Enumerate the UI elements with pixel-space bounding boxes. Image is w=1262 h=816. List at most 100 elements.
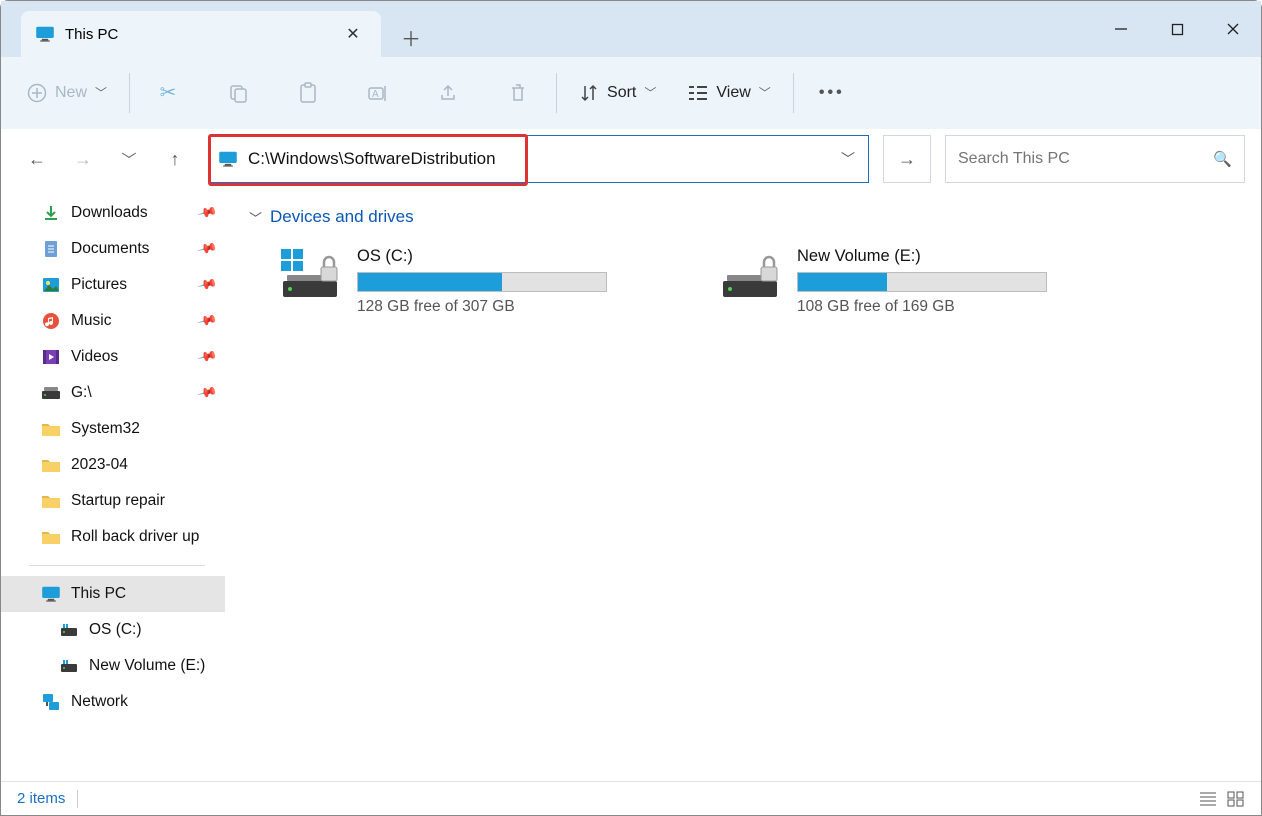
sidebar-item-label: Videos (71, 348, 118, 366)
tab-thispc[interactable]: This PC ✕ (21, 11, 381, 57)
sidebar-item-network[interactable]: Network (1, 684, 225, 720)
network-icon (41, 692, 61, 712)
close-tab-button[interactable]: ✕ (339, 20, 367, 48)
sidebar-item[interactable]: G:\📌 (1, 375, 225, 411)
divider (556, 73, 557, 113)
chevron-down-icon: ﹀ (95, 84, 107, 101)
sidebar-item[interactable]: Documents📌 (1, 231, 225, 267)
svg-text:A: A (372, 89, 379, 100)
body: Downloads📌Documents📌Pictures📌Music📌Video… (1, 189, 1261, 781)
tabstrip: This PC ✕ ＋ (1, 11, 1093, 57)
drive-free-text: 108 GB free of 169 GB (797, 298, 1099, 316)
drive-free-text: 128 GB free of 307 GB (357, 298, 659, 316)
sidebar-item[interactable]: Music📌 (1, 303, 225, 339)
back-button[interactable]: ← (17, 139, 57, 179)
forward-button[interactable]: → (63, 139, 103, 179)
sidebar-item[interactable]: System32 (1, 411, 225, 447)
new-tab-button[interactable]: ＋ (391, 17, 431, 57)
drive-icon (719, 247, 783, 299)
drive-item[interactable]: New Volume (E:) 108 GB free of 169 GB (719, 247, 1099, 316)
new-button[interactable]: New ﹀ (21, 71, 113, 115)
view-icon (688, 84, 708, 102)
more-button[interactable]: ••• (810, 71, 854, 115)
usage-bar (797, 272, 1047, 292)
search-box[interactable]: 🔍 (945, 135, 1245, 183)
delete-button[interactable] (496, 71, 540, 115)
group-header-devices-drives[interactable]: ﹀ Devices and drives (249, 207, 1237, 227)
drive-item[interactable]: OS (C:) 128 GB free of 307 GB (279, 247, 659, 316)
sidebar-item[interactable]: Pictures📌 (1, 267, 225, 303)
sidebar-item-label: Documents (71, 240, 149, 258)
search-input[interactable] (958, 150, 1213, 168)
drives-container: OS (C:) 128 GB free of 307 GB New Volume… (249, 247, 1237, 316)
clipboard-icon (298, 82, 318, 104)
divider (77, 790, 78, 808)
folder-icon (41, 527, 61, 547)
address-input[interactable] (210, 136, 828, 182)
nav-pane[interactable]: Downloads📌Documents📌Pictures📌Music📌Video… (1, 189, 225, 781)
pin-icon: 📌 (196, 274, 218, 296)
close-window-button[interactable] (1205, 8, 1261, 50)
share-button[interactable] (426, 71, 470, 115)
pictures-icon (41, 275, 61, 295)
drive-info: OS (C:) 128 GB free of 307 GB (357, 247, 659, 316)
sidebar-item[interactable]: Roll back driver up (1, 519, 225, 555)
videos-icon (41, 347, 61, 367)
address-history-button[interactable]: ﹀ (828, 136, 868, 182)
sidebar-item[interactable]: 2023-04 (1, 447, 225, 483)
rename-icon: A (367, 83, 389, 103)
sort-button[interactable]: Sort ﹀ (573, 71, 662, 115)
sidebar-item-label: OS (C:) (89, 621, 142, 639)
content-pane[interactable]: ﹀ Devices and drives OS (C:) 128 GB free… (225, 189, 1261, 781)
sidebar-item[interactable]: Downloads📌 (1, 195, 225, 231)
sidebar-item[interactable]: Videos 📌 (1, 339, 225, 375)
drive-name: OS (C:) (357, 247, 659, 266)
folder-icon (41, 491, 61, 511)
chevron-down-icon: ﹀ (249, 208, 262, 227)
divider (29, 565, 205, 566)
monitor-icon (41, 584, 61, 604)
go-refresh-button[interactable]: → (883, 135, 931, 183)
sidebar-item-drive[interactable]: OS (C:) (1, 612, 225, 648)
status-bar: 2 items (1, 781, 1261, 815)
maximize-button[interactable] (1149, 8, 1205, 50)
drive-info: New Volume (E:) 108 GB free of 169 GB (797, 247, 1099, 316)
monitor-icon (218, 151, 238, 167)
cut-button[interactable]: ✂ (146, 71, 190, 115)
sidebar-item-label: Music (71, 312, 111, 330)
new-label: New (55, 84, 87, 102)
copy-button[interactable] (216, 71, 260, 115)
sidebar-item-label: G:\ (71, 384, 92, 402)
pin-icon: 📌 (196, 346, 218, 368)
address-bar[interactable]: ﹀ (209, 135, 869, 183)
drive-icon (59, 656, 79, 676)
sidebar-item-label: System32 (71, 420, 140, 438)
large-icons-view-button[interactable] (1227, 791, 1245, 807)
sidebar-item-label: Roll back driver up (71, 528, 199, 546)
nav-row: ← → ﹀ ↑ ﹀ → 🔍 (1, 129, 1261, 189)
minimize-button[interactable] (1093, 8, 1149, 50)
recent-locations-button[interactable]: ﹀ (109, 139, 149, 179)
command-bar: New ﹀ ✂ A Sort ﹀ View ﹀ ••• (1, 57, 1261, 129)
copy-icon (228, 83, 248, 103)
drive-icon (41, 383, 61, 403)
sidebar-item-thispc[interactable]: This PC (1, 576, 225, 612)
sidebar-item-label: 2023-04 (71, 456, 128, 474)
details-view-button[interactable] (1199, 791, 1217, 807)
titlebar: This PC ✕ ＋ (1, 1, 1261, 57)
divider (793, 73, 794, 113)
sidebar-item-label: Network (71, 693, 128, 711)
sidebar-item-label: This PC (71, 585, 126, 603)
paste-button[interactable] (286, 71, 330, 115)
sidebar-item-label: Downloads (71, 204, 148, 222)
divider (129, 73, 130, 113)
sidebar-item[interactable]: Startup repair (1, 483, 225, 519)
trash-icon (508, 82, 528, 104)
rename-button[interactable]: A (356, 71, 400, 115)
view-button[interactable]: View ﹀ (682, 71, 776, 115)
up-button[interactable]: ↑ (155, 139, 195, 179)
chevron-down-icon: ﹀ (841, 149, 855, 169)
sidebar-item-drive[interactable]: New Volume (E:) (1, 648, 225, 684)
sort-icon (579, 83, 599, 103)
monitor-icon (35, 24, 55, 44)
